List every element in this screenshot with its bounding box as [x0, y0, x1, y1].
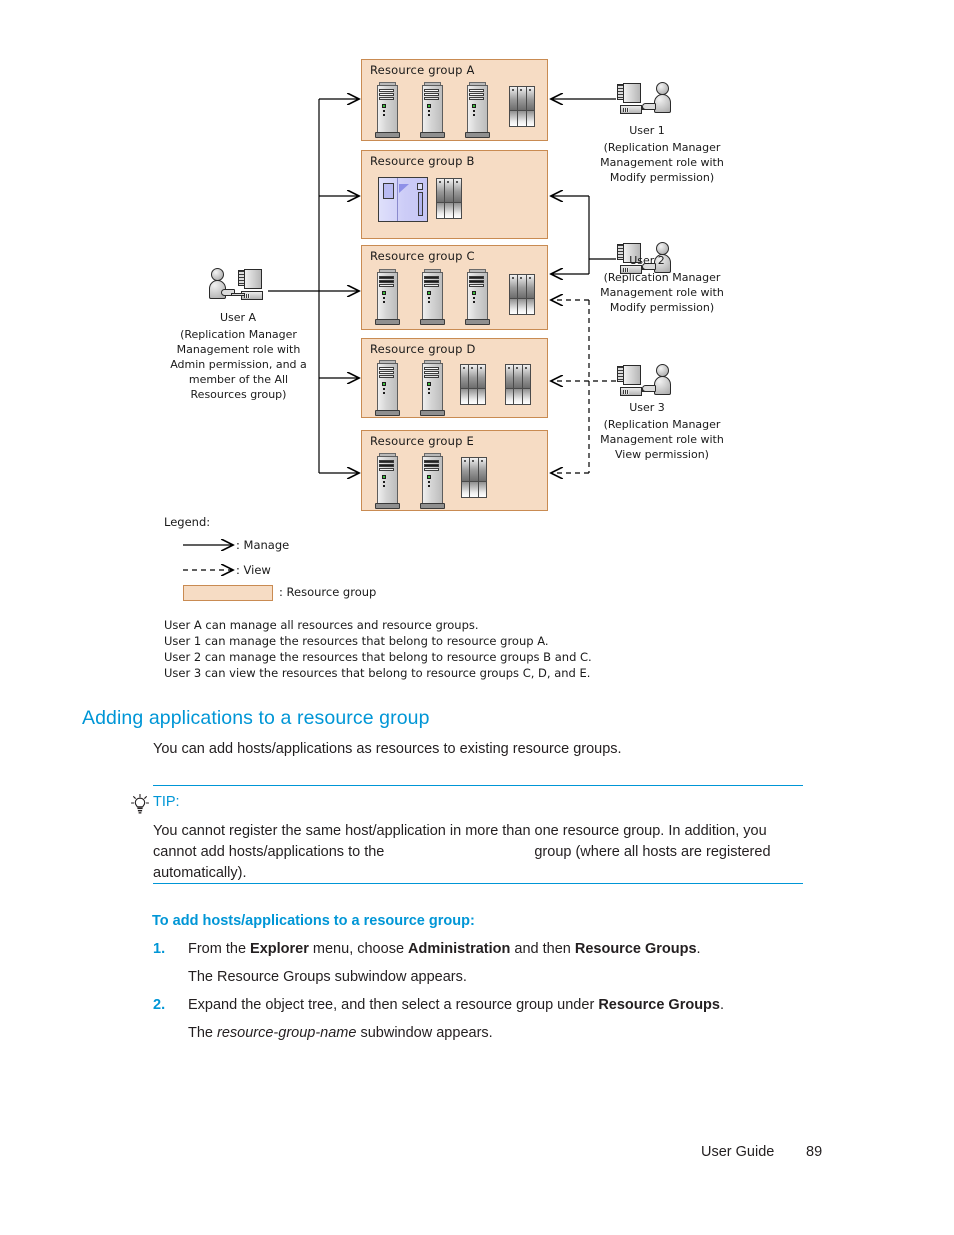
text-run: Resource Groups	[598, 997, 720, 1013]
resource-group-a-title: Resource group A	[370, 63, 475, 77]
section-heading: Adding applications to a resource group	[82, 707, 430, 729]
text-run: subwindow appears.	[356, 1025, 493, 1041]
monitor-icon	[623, 83, 641, 103]
text-run: and then	[510, 941, 575, 957]
text-run: Expand the object tree, and then select …	[188, 997, 599, 1013]
step-number: 2.	[153, 997, 166, 1013]
task-title: To add hosts/applications to a resource …	[152, 913, 475, 929]
resource-group-c-title: Resource group C	[370, 249, 475, 263]
server-icon	[375, 81, 400, 139]
user-3-icon	[616, 362, 674, 400]
resource-group-e-box: Resource group E	[361, 430, 548, 511]
server-icon	[465, 268, 490, 326]
legend-resource-group-label: : Resource group	[279, 585, 377, 599]
legend-title: Legend:	[164, 515, 211, 529]
text-run: .	[719, 997, 725, 1013]
server-icon	[420, 452, 445, 510]
text-run: The Resource Groups subwindow appears.	[188, 969, 467, 985]
person-body-icon	[654, 376, 671, 395]
legend-manage-label: : Manage	[236, 538, 290, 552]
text-run: .	[696, 941, 701, 957]
computer-base-icon	[620, 105, 642, 114]
tip-text: You cannot register the same host/applic…	[153, 821, 801, 884]
step-number: 1.	[153, 941, 166, 957]
text-run: Explorer	[250, 941, 309, 957]
server-icon	[375, 359, 400, 417]
resource-group-b-title: Resource group B	[370, 154, 475, 168]
user-3-detail: (Replication Manager Management role wit…	[600, 418, 724, 461]
resource-group-b-box: Resource group B	[361, 150, 548, 239]
application-host-icon	[378, 177, 428, 222]
user-1-detail: (Replication Manager Management role wit…	[600, 141, 724, 184]
user-1-icon	[616, 80, 674, 118]
monitor-icon	[244, 269, 262, 289]
resource-group-a-box: Resource group A	[361, 59, 548, 141]
user-2-name: User 2	[629, 254, 665, 267]
server-icon	[465, 81, 490, 139]
person-arm-icon	[642, 103, 656, 110]
footer-label: User Guide	[701, 1144, 775, 1160]
server-icon	[420, 359, 445, 417]
text-run: The	[188, 1025, 218, 1041]
step-text: From the Explorer menu, choose Administr…	[188, 941, 701, 957]
resource-group-e-title: Resource group E	[370, 434, 474, 448]
storage-array-icon	[461, 457, 487, 498]
user-2-detail: (Replication Manager Management role wit…	[600, 271, 724, 314]
server-icon	[420, 81, 445, 139]
step-text: Expand the object tree, and then select …	[188, 997, 724, 1013]
legend-resource-group-swatch	[183, 585, 273, 601]
intro-paragraph: You can add hosts/applications as resour…	[153, 741, 622, 757]
footer-page-number: 89	[806, 1144, 823, 1160]
storage-array-icon	[436, 178, 462, 219]
keyboard-icon	[231, 293, 245, 296]
figure-note: User 2 can manage the resources that bel…	[164, 650, 592, 664]
text-run: From the	[188, 941, 251, 957]
server-icon	[375, 268, 400, 326]
tip-label: TIP:	[153, 794, 180, 810]
legend-view-label: : View	[236, 563, 271, 577]
resource-group-d-box: Resource group D	[361, 338, 548, 418]
person-body-icon	[654, 94, 671, 113]
lightbulb-icon	[130, 793, 150, 814]
user-a-icon	[208, 266, 266, 304]
computer-base-icon	[620, 387, 642, 396]
permissions-diagram: Resource group A Resource group B Resour…	[0, 0, 954, 690]
resource-group-c-box: Resource group C	[361, 245, 548, 330]
user-1-name: User 1	[629, 124, 665, 137]
step-result-text: The Resource Groups subwindow appears.	[188, 969, 467, 985]
text-run: resource-group-name	[217, 1025, 357, 1041]
server-icon	[420, 268, 445, 326]
user-a-name: User A	[219, 311, 257, 324]
text-run: menu, choose	[308, 941, 409, 957]
tip-top-rule	[153, 785, 803, 786]
server-icon	[375, 452, 400, 510]
user-a-detail: (Replication Manager Management role wit…	[170, 328, 307, 401]
monitor-icon	[623, 365, 641, 385]
storage-array-icon	[460, 364, 486, 405]
figure-note: User A can manage all resources and reso…	[164, 618, 479, 632]
text-run: Resource Groups	[574, 941, 697, 957]
text-run: Administration	[408, 941, 511, 957]
user-3-name: User 3	[629, 401, 665, 414]
figure-note: User 1 can manage the resources that bel…	[164, 634, 549, 648]
storage-array-icon	[509, 274, 535, 315]
document-page: Resource group A Resource group B Resour…	[0, 0, 954, 1235]
storage-array-icon	[509, 86, 535, 127]
storage-array-icon	[505, 364, 531, 405]
person-arm-icon	[642, 385, 656, 392]
step-result-text: The resource-group-name subwindow appear…	[188, 1025, 493, 1041]
figure-note: User 3 can view the resources that belon…	[164, 666, 591, 680]
resource-group-d-title: Resource group D	[370, 342, 476, 356]
